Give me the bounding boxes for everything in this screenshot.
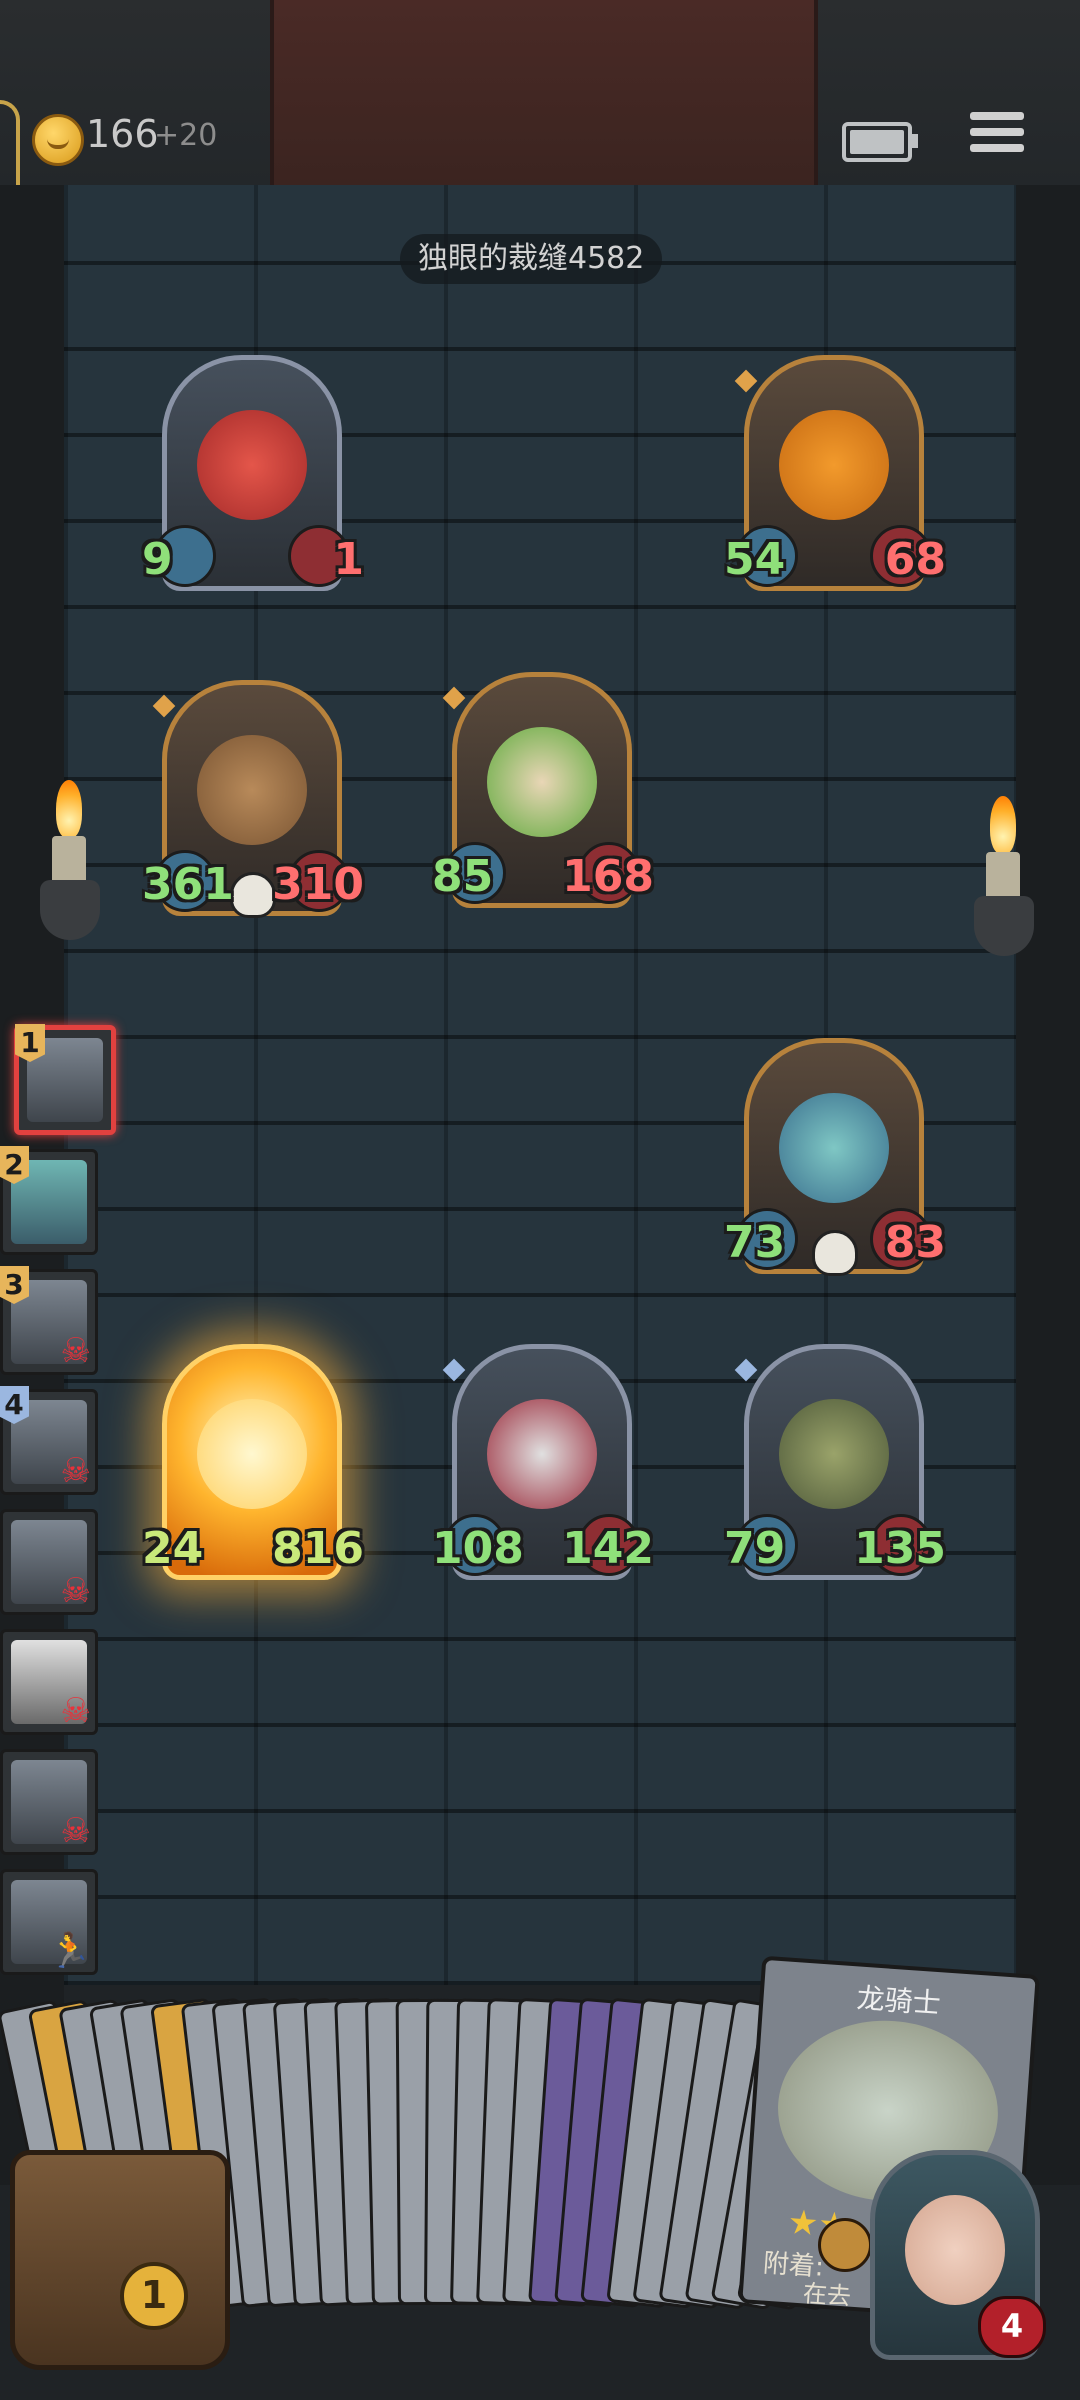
skull-icon <box>230 872 276 918</box>
unit-elf-witch[interactable]: 73 83 <box>724 1038 946 1276</box>
unit-health: 135 <box>854 1523 946 1574</box>
skull-crossbones-icon: ☠ <box>60 1691 91 1731</box>
unit-health: 83 <box>884 1217 946 1268</box>
left-torch-icon <box>40 780 100 940</box>
queue-number: 3 <box>0 1266 29 1304</box>
enemy-name-label: 独眼的裁缝4582 <box>400 234 663 284</box>
unit-attack: 361 <box>142 859 234 910</box>
skull-crossbones-icon: ☠ <box>60 1451 91 1491</box>
bell-icon[interactable] <box>818 2218 872 2272</box>
featured-card-name: 龙骑士 <box>855 1981 942 2021</box>
unit-health: 142 <box>562 1523 654 1574</box>
unit-attack: 9 <box>142 534 173 585</box>
queue-slot-6[interactable]: ☠ <box>0 1629 98 1735</box>
top-curtain <box>270 0 818 185</box>
unit-attack: 54 <box>724 534 786 585</box>
unit-leaf-sprite[interactable]: 85 168 <box>432 672 654 910</box>
queue-number: 1 <box>15 1024 45 1062</box>
unit-red-goblin[interactable]: 9 1 <box>142 355 364 593</box>
skull-icon <box>812 1230 858 1276</box>
menu-button[interactable] <box>970 112 1024 162</box>
queue-slot-1[interactable]: 1 <box>14 1024 116 1135</box>
unit-burning-knight[interactable]: 24 816 <box>142 1344 364 1582</box>
unit-health: 168 <box>562 851 654 902</box>
queue-number: 4 <box>0 1386 29 1424</box>
unit-pumpkin[interactable]: 54 68 <box>724 355 946 593</box>
unit-attack: 24 <box>142 1523 204 1574</box>
unit-attack: 79 <box>724 1523 786 1574</box>
queue-number: 2 <box>0 1146 29 1184</box>
turn-order-queue: 1 2 3 ☠ 4 ☠ ☠ ☠ ☠ 🏃 <box>0 1024 116 1989</box>
featured-card-desc-2: 在去 <box>802 2279 852 2311</box>
chest-count: 1 <box>120 2262 188 2330</box>
right-torch-icon <box>974 796 1034 956</box>
gold-coin-icon <box>32 114 84 166</box>
unit-health: 68 <box>884 534 946 585</box>
unit-swamp-witch[interactable]: 79 135 <box>724 1344 946 1582</box>
unit-health: 816 <box>272 1523 364 1574</box>
queue-slot-5[interactable]: ☠ <box>0 1509 98 1615</box>
battery-icon <box>842 122 918 162</box>
queue-slot-2[interactable]: 2 <box>0 1146 98 1255</box>
skull-crossbones-icon: ☠ <box>60 1571 91 1611</box>
player-lives: 4 <box>978 2296 1046 2358</box>
unit-clown[interactable]: 108 142 <box>432 1344 654 1582</box>
treasure-chest-icon[interactable] <box>10 2150 230 2370</box>
skull-crossbones-icon: ☠ <box>60 1811 91 1851</box>
unit-attack: 73 <box>724 1217 786 1268</box>
queue-slot-3[interactable]: 3 ☠ <box>0 1266 98 1375</box>
right-wall <box>1016 185 1080 2185</box>
unit-health: 310 <box>272 859 364 910</box>
unit-attack: 108 <box>432 1523 524 1574</box>
queue-slot-4[interactable]: 4 ☠ <box>0 1386 98 1495</box>
unit-attack: 85 <box>432 851 494 902</box>
skull-crossbones-icon: ☠ <box>60 1331 91 1371</box>
unit-health: 1 <box>333 534 364 585</box>
queue-slot-7[interactable]: ☠ <box>0 1749 98 1855</box>
gold-bonus: +20 <box>154 118 218 153</box>
unit-bear[interactable]: 361 310 <box>142 680 364 918</box>
gold-amount: 166 <box>86 112 159 156</box>
